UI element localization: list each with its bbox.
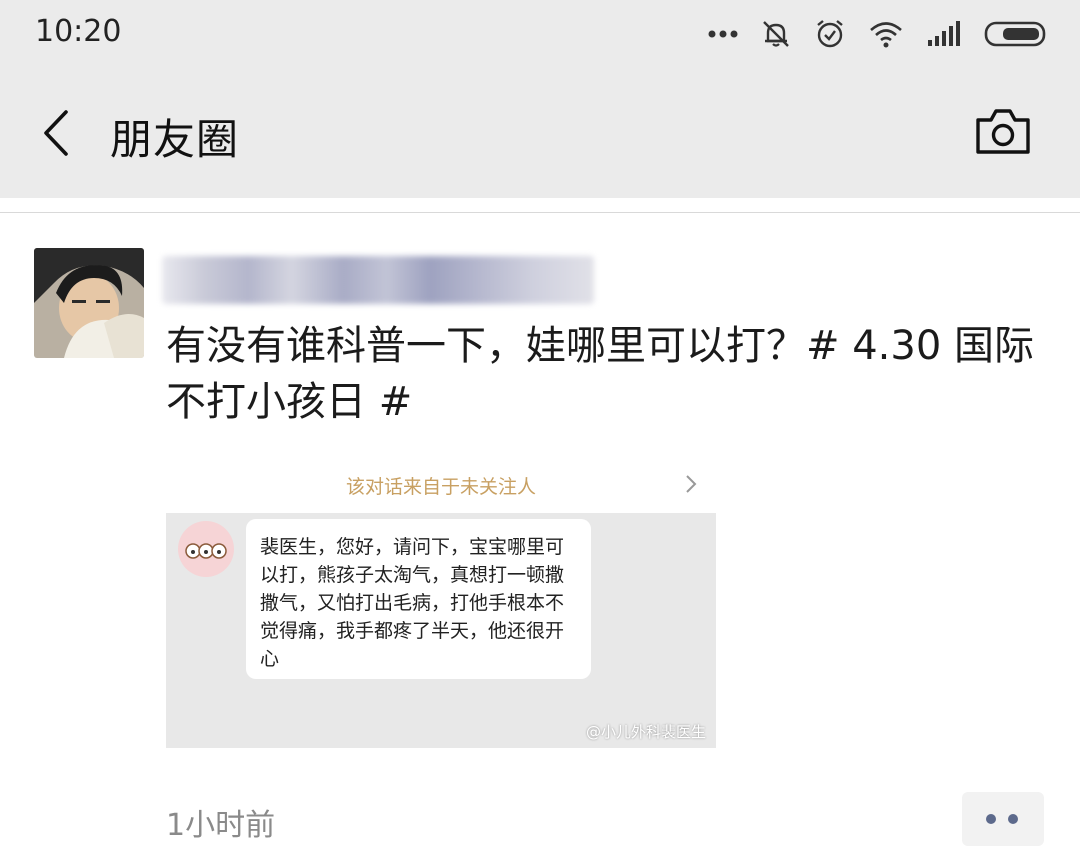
image-header: 该对话来自于未关注人 <box>166 460 716 512</box>
username-blurred <box>162 256 594 304</box>
alarm-clock-icon <box>817 20 843 48</box>
battery-icon <box>984 21 1046 47</box>
image-header-text: 该对话来自于未关注人 <box>346 476 537 498</box>
wifi-icon <box>870 22 902 48</box>
post-time: 1小时前 <box>166 808 276 843</box>
bell-off-icon <box>763 21 789 47</box>
cartoon-faces-icon <box>185 543 227 559</box>
status-icons <box>708 14 1050 54</box>
avatar[interactable] <box>34 248 144 358</box>
message-bubble: 裴医生，您好，请问下，宝宝哪里可以打，熊孩子太淘气，真想打一顿撒撒气，又怕打出毛… <box>246 519 591 679</box>
page-title: 朋友圈 <box>110 115 240 164</box>
divider <box>0 212 1080 213</box>
post-text: 有没有谁科普一下，娃哪里可以打？# 4.30 国际不打小孩日 # <box>166 323 1035 425</box>
chevron-right-icon <box>686 475 697 493</box>
more-actions-button[interactable] <box>962 792 1044 846</box>
camera-icon[interactable] <box>974 106 1032 156</box>
more-dot-icon <box>986 814 996 824</box>
signal-icon <box>928 21 960 46</box>
status-time: 10:20 <box>35 14 122 49</box>
message-text: 裴医生，您好，请问下，宝宝哪里可以打，熊孩子太淘气，真想打一顿撒撒气，又怕打出毛… <box>260 536 565 670</box>
nav-bar: 朋友圈 <box>0 68 1080 198</box>
avatar-image <box>34 248 144 358</box>
status-bar: 10:20 <box>0 0 1080 68</box>
more-dot-icon <box>1008 814 1018 824</box>
more-dots-icon <box>708 30 738 38</box>
chevron-left-icon[interactable] <box>36 108 76 158</box>
post-image[interactable]: 该对话来自于未关注人 裴医生，您好，请问下，宝宝哪里可以打，熊孩子太淘气，真想打… <box>166 460 716 748</box>
image-body: 裴医生，您好，请问下，宝宝哪里可以打，熊孩子太淘气，真想打一顿撒撒气，又怕打出毛… <box>166 513 716 748</box>
image-watermark: @小儿外科裴医生 <box>585 723 706 741</box>
doctor-avatar <box>178 521 234 577</box>
